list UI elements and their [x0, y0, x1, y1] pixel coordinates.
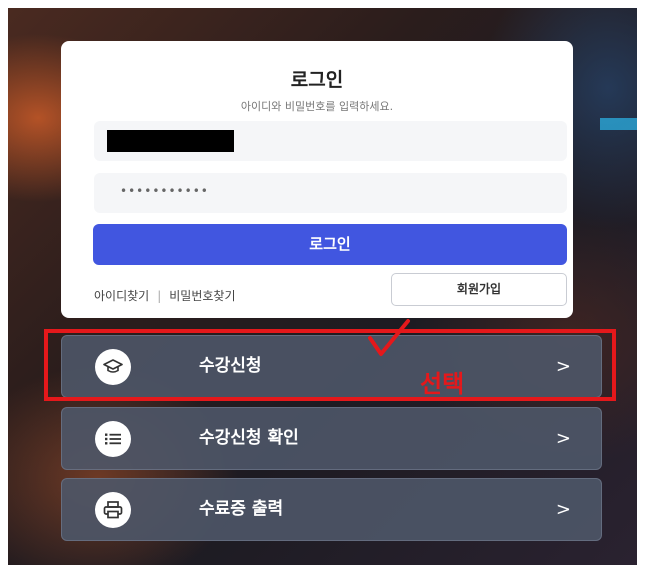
login-title: 로그인 — [290, 69, 344, 91]
signup-button[interactable]: 회원가입 — [391, 273, 567, 306]
user-id-input[interactable] — [94, 121, 567, 161]
list-icon — [95, 421, 131, 457]
password-mask: ••••••••••• — [120, 184, 209, 198]
find-password-link[interactable]: 비밀번호찾기 — [169, 289, 235, 303]
annotation-label: 선택 — [420, 370, 465, 398]
chevron-right-icon: > — [555, 428, 571, 449]
redacted-user-id — [107, 130, 234, 152]
login-button[interactable]: 로그인 — [93, 224, 567, 265]
account-links: 아이디찾기 | 비밀번호찾기 — [94, 287, 236, 304]
chevron-right-icon: > — [555, 499, 571, 520]
password-input[interactable]: ••••••••••• — [94, 173, 567, 213]
login-card: 로그인 아이디와 비밀번호를 입력하세요. ••••••••••• 로그인 아이… — [61, 41, 573, 318]
annotation-highlight-box — [44, 329, 616, 401]
menu-label: 수료증 출력 — [199, 499, 284, 519]
link-separator: | — [157, 289, 162, 303]
app-screen: 로그인 아이디와 비밀번호를 입력하세요. ••••••••••• 로그인 아이… — [8, 8, 637, 565]
menu-item-certificate-print[interactable]: 수료증 출력 > — [61, 478, 602, 541]
check-mark-icon — [368, 319, 410, 356]
menu-item-registration-check[interactable]: 수강신청 확인 > — [61, 407, 602, 470]
printer-icon — [95, 492, 131, 528]
menu-label: 수강신청 확인 — [199, 428, 299, 448]
login-subtitle: 아이디와 비밀번호를 입력하세요. — [240, 100, 394, 113]
find-id-link[interactable]: 아이디찾기 — [94, 289, 149, 303]
background-accent — [600, 118, 637, 130]
